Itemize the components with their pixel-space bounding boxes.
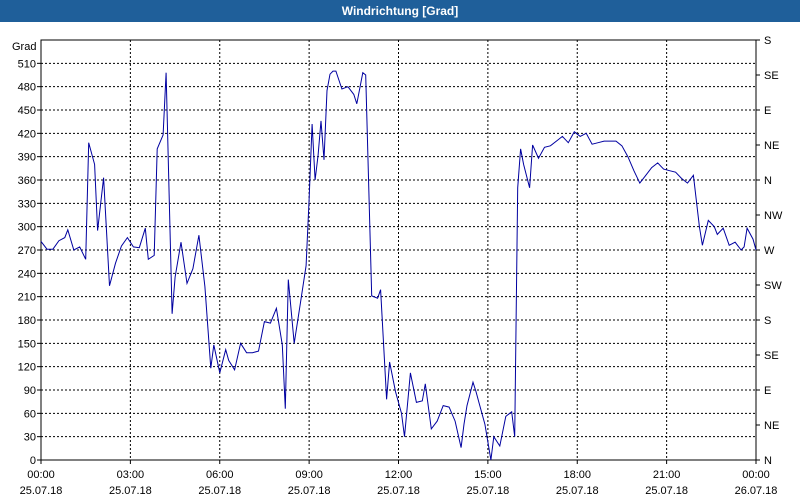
y-tick-label: 390 — [18, 152, 36, 164]
y-axis-ticks: 0 30 60 90 120 150 180 210 240 270 300 330 360 390 420… — [18, 58, 41, 467]
y2-tick-label: N — [764, 175, 772, 187]
y2-axis-ticks: N NE E SE S SW W NW N NE E SE S — [756, 35, 783, 467]
y-tick-label: 60 — [24, 408, 36, 420]
x-tick-date: 25.07.18 — [466, 485, 509, 497]
x-tick-date: 25.07.18 — [109, 485, 152, 497]
y-tick-label: 120 — [18, 362, 36, 374]
x-axis-ticks: 00:00 25.07.18 03:00 25.07.18 06:00 25.07.18 0… — [20, 460, 778, 497]
x-tick-time: 00:00 — [27, 469, 55, 481]
x-tick-time: 03:00 — [117, 469, 145, 481]
y-tick-label: 510 — [18, 58, 36, 70]
y2-tick-label: N — [764, 455, 772, 467]
y2-tick-label: SE — [764, 350, 779, 362]
y-tick-label: 210 — [18, 292, 36, 304]
y-tick-label: 300 — [18, 222, 36, 234]
y-tick-label: 420 — [18, 128, 36, 140]
x-tick-date: 25.07.18 — [20, 485, 63, 497]
x-tick-time: 09:00 — [295, 469, 323, 481]
y-tick-label: 30 — [24, 432, 36, 444]
y2-tick-label: NW — [764, 210, 783, 222]
x-tick-time: 15:00 — [474, 469, 502, 481]
y2-tick-label: E — [764, 385, 771, 397]
y2-tick-label: SE — [764, 70, 779, 82]
x-tick-date: 25.07.18 — [198, 485, 241, 497]
y-tick-label: 450 — [18, 105, 36, 117]
y2-tick-label: S — [764, 315, 771, 327]
x-tick-date: 25.07.18 — [645, 485, 688, 497]
y2-tick-label: SW — [764, 280, 782, 292]
x-tick-time: 18:00 — [563, 469, 591, 481]
y2-tick-label: NE — [764, 140, 779, 152]
x-tick-time: 00:00 — [742, 469, 770, 481]
y2-tick-label: NE — [764, 420, 779, 432]
x-tick-date: 25.07.18 — [288, 485, 331, 497]
x-tick-date: 25.07.18 — [556, 485, 599, 497]
x-tick-time: 12:00 — [385, 469, 413, 481]
y-tick-label: 180 — [18, 315, 36, 327]
x-tick-time: 06:00 — [206, 469, 234, 481]
x-tick-date: 25.07.18 — [377, 485, 420, 497]
y2-tick-label: E — [764, 105, 771, 117]
x-tick-time: 21:00 — [653, 469, 681, 481]
y2-tick-label: W — [764, 245, 775, 257]
y-tick-label: 330 — [18, 198, 36, 210]
x-tick-date: 26.07.18 — [735, 485, 778, 497]
y-tick-label: 0 — [30, 455, 36, 467]
y-axis-label: Grad — [12, 41, 36, 53]
wind-direction-chart: 0 30 60 90 120 150 180 210 240 270 300 330 360 390 420… — [12, 35, 783, 497]
y2-tick-label: S — [764, 35, 771, 47]
y-tick-label: 150 — [18, 338, 36, 350]
y-tick-label: 240 — [18, 268, 36, 280]
y-tick-label: 480 — [18, 82, 36, 94]
y-tick-label: 270 — [18, 245, 36, 257]
y-tick-label: 360 — [18, 175, 36, 187]
y-tick-label: 90 — [24, 385, 36, 397]
